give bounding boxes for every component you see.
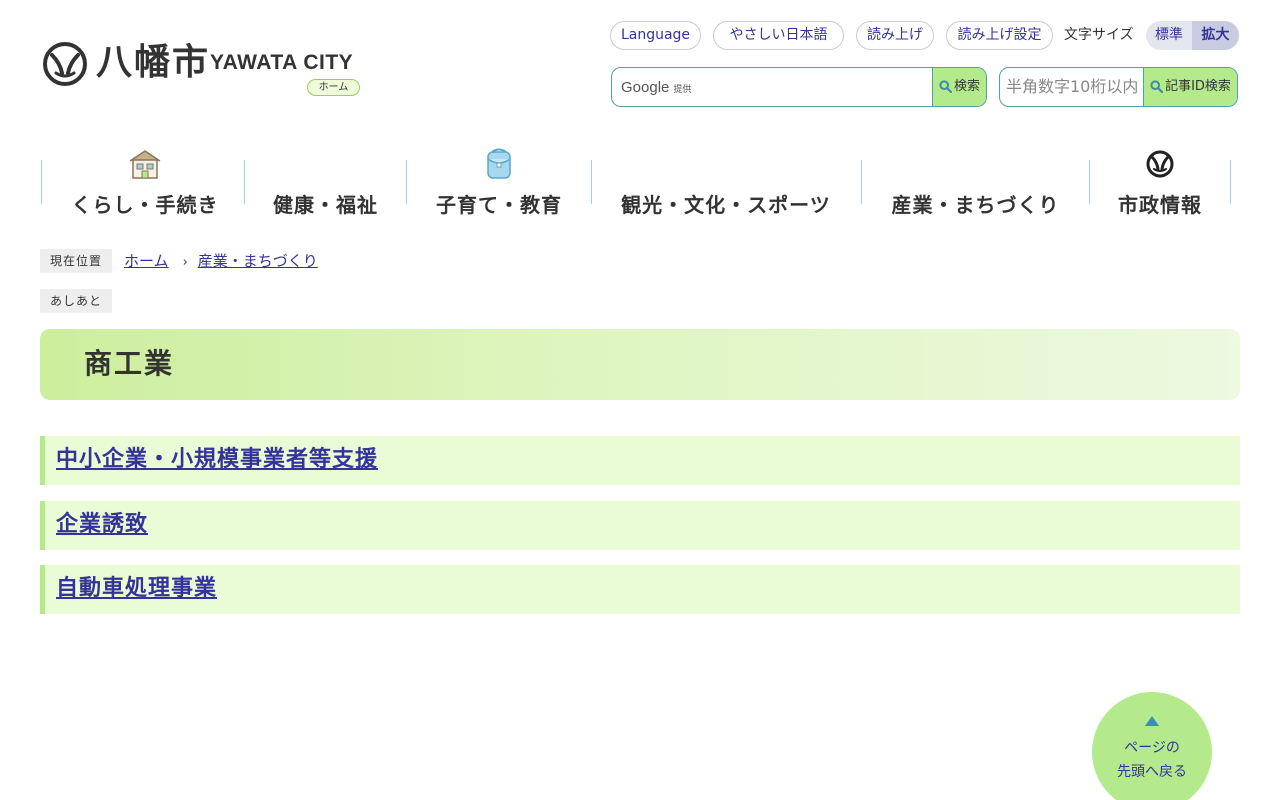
read-aloud-settings-button[interactable]: 読み上げ設定 (946, 21, 1053, 50)
nav-item-label: 健康・福祉 (273, 193, 378, 217)
site-search-input[interactable]: Google 提供 (612, 68, 933, 106)
font-size-toggle: 標準 拡大 (1146, 21, 1239, 50)
logo-text-english: YAWATA CITY (210, 51, 354, 74)
page-title: 商工業 (84, 347, 175, 380)
easy-japanese-button[interactable]: やさしい日本語 (713, 21, 844, 50)
back-to-top-button[interactable]: ページの 先頭へ戻る (1092, 692, 1212, 800)
site-search-button-label: 検索 (953, 79, 980, 94)
logo-text-kanji: 八幡市 (96, 42, 211, 83)
home-badge[interactable]: ホーム (307, 79, 360, 96)
history-label: あしあと (40, 289, 112, 313)
city-emblem-icon (43, 42, 87, 86)
house-icon (129, 150, 161, 179)
category-link-vehicle-disposal[interactable]: 自動車処理事業 (56, 574, 217, 604)
article-id-input[interactable]: 半角数字10桁以内 (1000, 68, 1144, 106)
google-provided-label: 提供 (673, 85, 692, 95)
nav-item-label: 子育て・教育 (436, 193, 562, 217)
category-link-sme-support[interactable]: 中小企業・小規模事業者等支援 (56, 445, 378, 475)
article-id-search-button-label: 記事ID検索 (1165, 79, 1231, 94)
nav-item-living[interactable]: くらし・手続き (45, 140, 245, 220)
school-bag-icon (487, 148, 511, 179)
article-id-placeholder: 半角数字10桁以内 (1006, 77, 1139, 96)
back-to-top-label-line1: ページの (1124, 740, 1180, 756)
breadcrumb: ホーム › 産業・まちづくり (124, 251, 318, 271)
chevron-right-icon: › (182, 255, 188, 270)
nav-item-childcare[interactable]: 子育て・教育 (407, 140, 591, 220)
nav-item-label: 市政情報 (1118, 193, 1202, 217)
article-id-search-button[interactable]: 記事ID検索 (1143, 68, 1237, 106)
search-icon (939, 80, 952, 93)
nav-item-city-info[interactable]: 市政情報 (1090, 140, 1230, 220)
nav-item-health[interactable]: 健康・福祉 (245, 140, 406, 220)
category-link-business-attraction[interactable]: 企業誘致 (56, 510, 148, 540)
nav-item-industry[interactable]: 産業・まちづくり (862, 140, 1089, 220)
category-item: 企業誘致 (40, 501, 1240, 550)
category-item: 自動車処理事業 (40, 565, 1240, 614)
font-size-label: 文字サイズ (1064, 27, 1134, 43)
current-location-label: 現在位置 (40, 249, 112, 273)
breadcrumb-industry-link[interactable]: 産業・まちづくり (198, 252, 318, 270)
nav-item-label: 観光・文化・スポーツ (621, 193, 831, 217)
font-size-large-button[interactable]: 拡大 (1192, 21, 1239, 50)
site-search: Google 提供 検索 (611, 67, 987, 107)
global-nav: くらし・手続き 健康・福祉 子育て・教育 観光・文化・スポーツ 産業・まちづくり… (40, 140, 1240, 220)
google-logo: Google (621, 79, 670, 96)
arrow-up-icon (1145, 716, 1159, 726)
font-size-standard-button[interactable]: 標準 (1146, 21, 1192, 50)
city-emblem-icon (1146, 150, 1174, 178)
nav-divider (1230, 160, 1231, 204)
article-id-search: 半角数字10桁以内 記事ID検索 (999, 67, 1238, 107)
back-to-top-label-line2: 先頭へ戻る (1117, 764, 1187, 780)
page-title-banner: 商工業 (40, 329, 1240, 400)
breadcrumb-home-link[interactable]: ホーム (124, 252, 169, 270)
category-item: 中小企業・小規模事業者等支援 (40, 436, 1240, 485)
site-logo[interactable]: 八幡市 YAWATA CITY ホーム (42, 40, 372, 100)
nav-item-label: 産業・まちづくり (891, 193, 1060, 217)
site-search-button[interactable]: 検索 (932, 68, 986, 106)
nav-divider (41, 160, 42, 204)
nav-item-label: くらし・手続き (71, 193, 219, 217)
language-button[interactable]: Language (610, 21, 701, 50)
nav-item-tourism[interactable]: 観光・文化・スポーツ (592, 140, 860, 220)
search-icon (1150, 80, 1164, 93)
read-aloud-button[interactable]: 読み上げ (856, 21, 934, 50)
